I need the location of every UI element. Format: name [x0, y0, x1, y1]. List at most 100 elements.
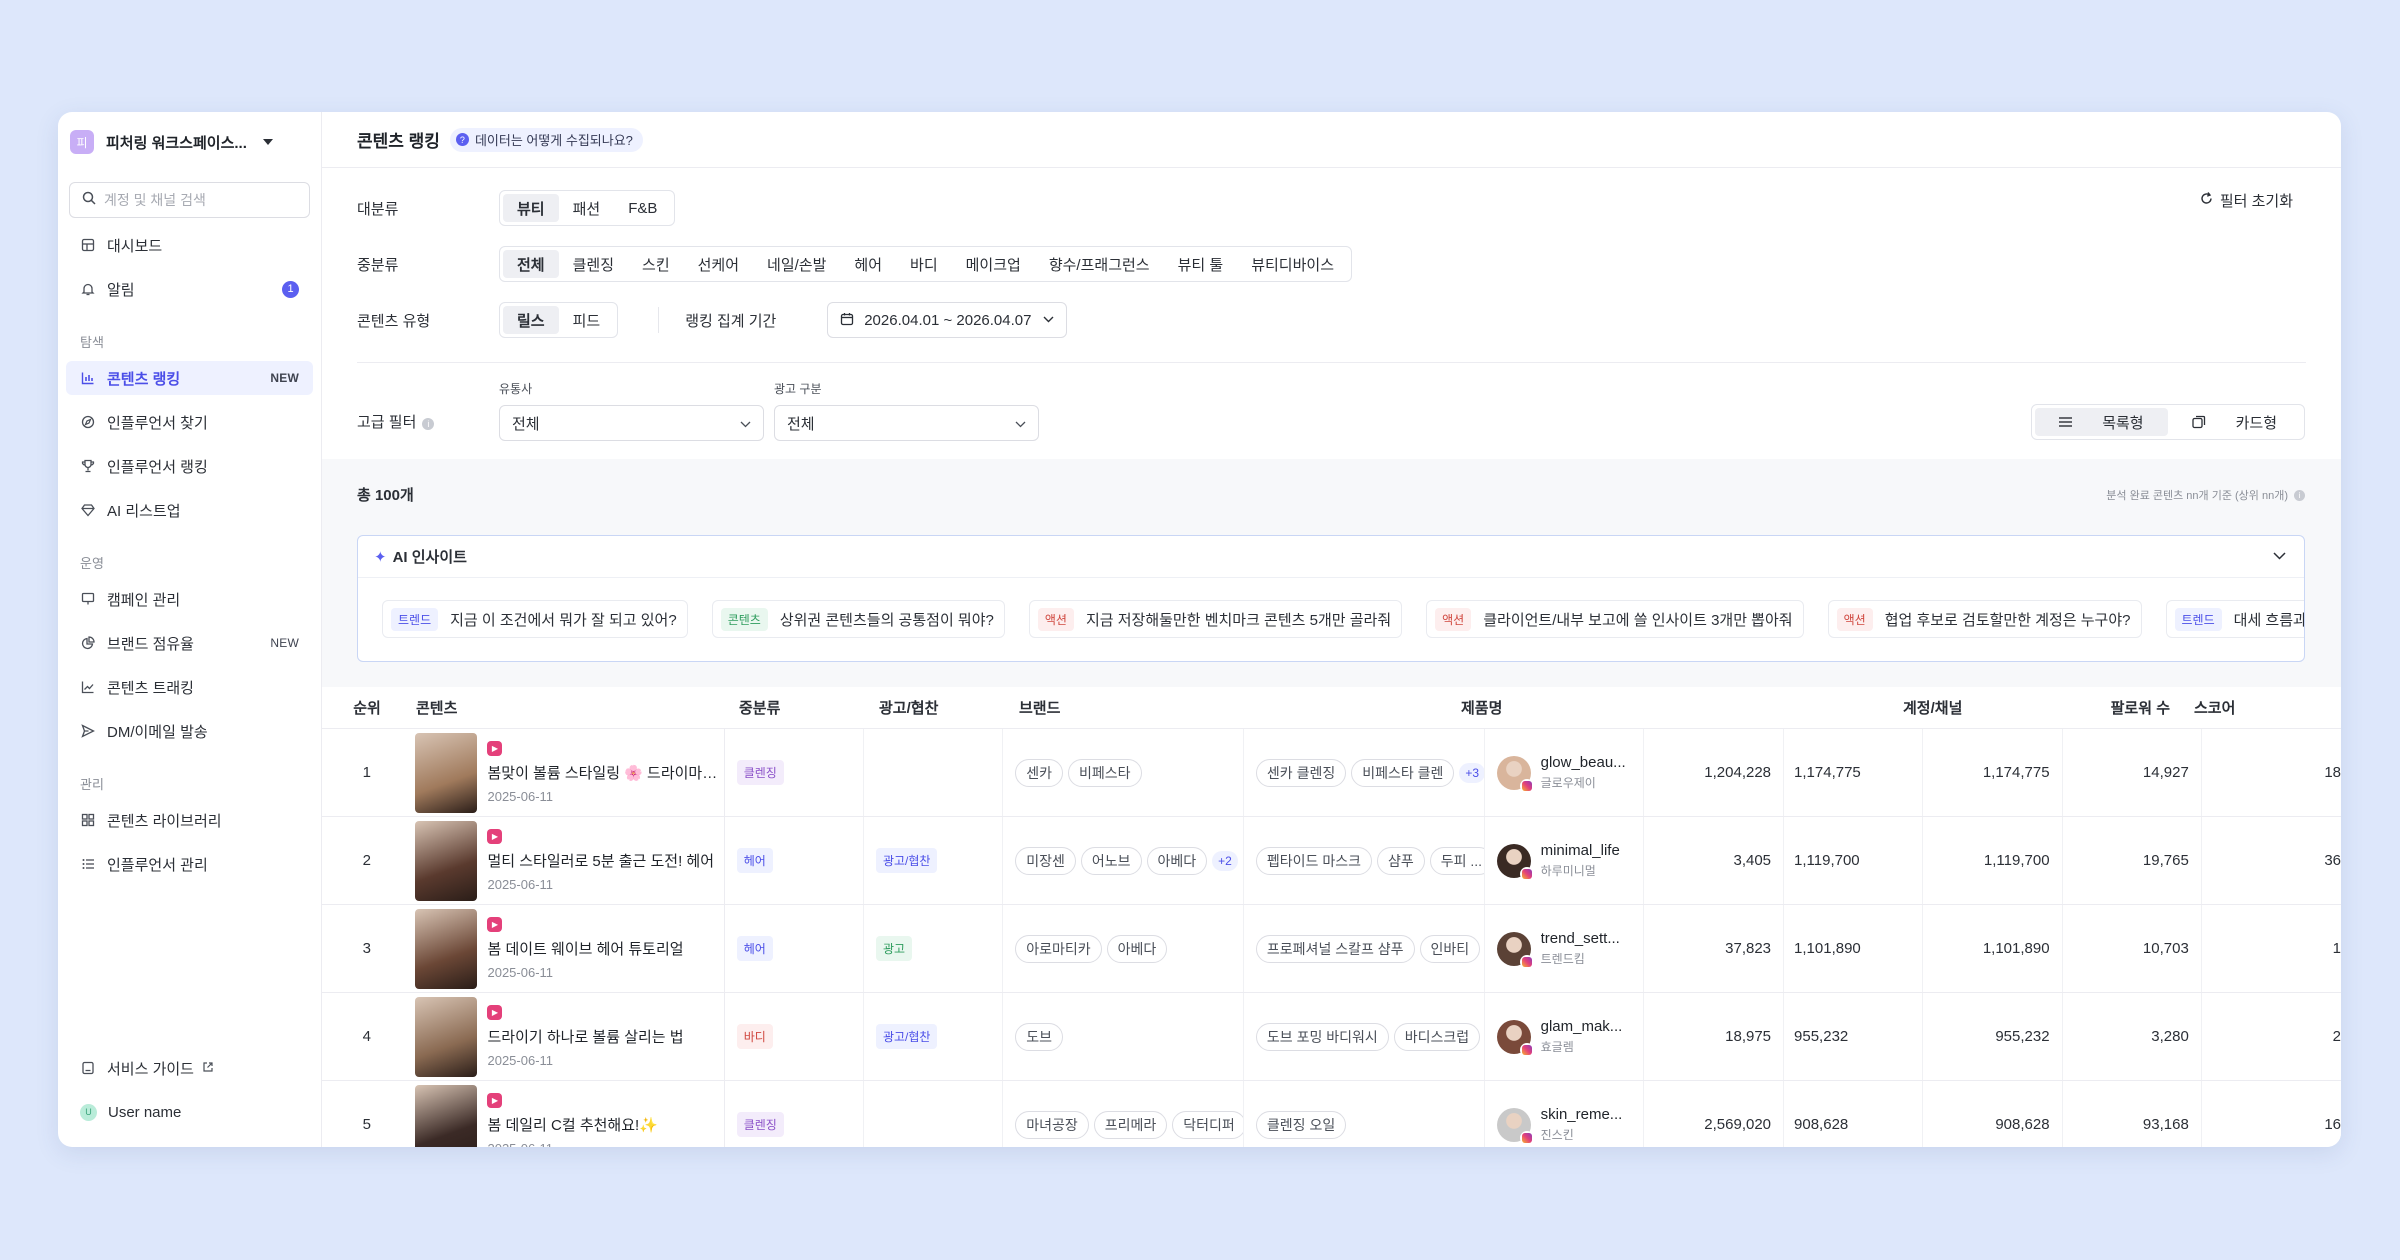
workspace-switcher[interactable]: 피 피처링 워크스페이스... [58, 116, 321, 168]
content-type-option[interactable]: 릴스 [503, 306, 559, 334]
sidebar-item-top-0[interactable]: 대시보드 [66, 228, 313, 262]
subcategory-option[interactable]: 뷰티디바이스 [1237, 250, 1348, 278]
column-header[interactable]: 계정/채널 [1891, 687, 2042, 728]
account-cell[interactable]: minimal_life 하루미니멀 [1485, 817, 1644, 904]
column-header[interactable]: 팔로워 수 [2042, 687, 2182, 728]
service-guide-link[interactable]: 서비스 가이드 [66, 1051, 313, 1085]
column-header[interactable]: 제품명 [1449, 687, 1891, 728]
account-cell[interactable]: trend_sett... 트렌드킴 [1485, 905, 1644, 992]
sidebar-item-ops-0[interactable]: 캠페인 관리 [66, 582, 313, 616]
sidebar-item-ops-1[interactable]: 브랜드 점유율 NEW [66, 626, 313, 660]
content-cell[interactable]: ▶ 봄 데이트 웨이브 헤어 튜토리얼 2025-06-11 [411, 905, 725, 992]
subcategory-option[interactable]: 네일/손발 [753, 250, 840, 278]
ad-type-select[interactable]: 전체 [774, 405, 1039, 441]
content-title[interactable]: 봄 데일리 C컬 추천해요!✨ [487, 1114, 657, 1135]
subcategory-option[interactable]: 메이크업 [952, 250, 1035, 278]
ai-insight-header[interactable]: ✦ AI 인사이트 [358, 536, 2304, 578]
column-header[interactable]: 브랜드 [1007, 687, 1449, 728]
sidebar-item-explore-3[interactable]: AI 리스트업 [66, 493, 313, 527]
content-title[interactable]: 드라이기 하나로 볼륨 살리는 법 [487, 1026, 683, 1047]
account-handle[interactable]: glam_mak... [1541, 1018, 1623, 1035]
insight-chip[interactable]: 액션 지금 저장해둘만한 벤치마크 콘텐츠 5개만 골라줘 [1028, 600, 1403, 638]
account-cell[interactable]: skin_reme... 진스킨 [1485, 1081, 1644, 1147]
sidebar-item-ops-3[interactable]: DM/이메일 발송 [66, 714, 313, 748]
product-more-badge[interactable]: +3 [1459, 762, 1484, 783]
content-thumbnail[interactable] [415, 732, 478, 813]
account: trend_sett... 트렌드킴 [1496, 930, 1620, 969]
sidebar-search[interactable] [69, 182, 310, 218]
instagram-icon [1519, 954, 1534, 969]
sidebar-item-explore-1[interactable]: 인플루언서 찾기 [66, 405, 313, 439]
reset-filters-button[interactable]: 필터 초기화 [2199, 190, 2293, 211]
content-cell[interactable]: ▶ 드라이기 하나로 볼륨 살리는 법 2025-06-11 [411, 993, 725, 1080]
sidebar-item-top-1[interactable]: 알림 1 [66, 272, 313, 306]
subcategory-option[interactable]: 스킨 [628, 250, 684, 278]
insight-chip[interactable]: 콘텐츠 상위권 콘텐츠들의 공통점이 뭐야? [711, 600, 1005, 638]
content-title[interactable]: 봄맞이 볼륨 스타일링 🌸 드라이마느... [487, 762, 719, 783]
category-option[interactable]: F&B [614, 194, 671, 222]
subcategory-option[interactable]: 전체 [503, 250, 559, 278]
account-handle[interactable]: trend_sett... [1541, 930, 1620, 947]
category-option[interactable]: 패션 [559, 194, 615, 222]
product-cell: 클렌징 오일 [1244, 1081, 1485, 1147]
rank-cell: 3 [362, 940, 371, 957]
content-cell[interactable]: ▶ 멀티 스타일러로 5분 출근 도전! 헤어 2025-06-11 [411, 817, 725, 904]
sidebar-item-manage-1[interactable]: 인플루언서 관리 [66, 847, 313, 881]
content-text: ▶ 봄맞이 볼륨 스타일링 🌸 드라이마느... 2025-06-11 [487, 741, 719, 804]
column-header[interactable]: 중분류 [727, 687, 867, 728]
column-header[interactable]: 순위 [322, 687, 412, 728]
insight-chip[interactable]: 트렌드 지금 이 조건에서 뭐가 잘 되고 있어? [382, 600, 688, 638]
ad-type-value: 전체 [787, 415, 815, 433]
metric-cell: 18 [2324, 764, 2341, 781]
content-title[interactable]: 봄 데이트 웨이브 헤어 튜토리얼 [487, 938, 683, 959]
table-row[interactable]: 3 ▶ 봄 데이트 웨이브 헤어 튜토리얼 2025-06-11 헤어 광고 아로마티카 아베… [322, 905, 2341, 993]
distributor-select[interactable]: 전체 [499, 405, 764, 441]
table-row[interactable]: 1 ▶ 봄맞이 볼륨 스타일링 🌸 드라이마느... 2025-06-11 클렌징 센카 비… [322, 729, 2341, 817]
insight-chip[interactable]: 트렌드 대세 흐름과 그와 구분되 [2165, 600, 2304, 638]
account-handle[interactable]: skin_reme... [1541, 1106, 1623, 1123]
account-handle[interactable]: minimal_life [1541, 842, 1620, 859]
table-row[interactable]: 5 ▶ 봄 데일리 C컬 추천해요!✨ 2025-06-11 클렌징 마녀공장프리메라닥터… [322, 1081, 2341, 1147]
brand-more-badge[interactable]: +2 [1212, 850, 1238, 871]
column-header[interactable]: 광고/협찬 [867, 687, 1007, 728]
sidebar-item-manage-0[interactable]: 콘텐츠 라이브러리 [66, 803, 313, 837]
chevron-down-icon[interactable] [2273, 548, 2286, 563]
subcategory-option[interactable]: 바디 [896, 250, 952, 278]
sidebar-item-explore-2[interactable]: 인플루언서 랭킹 [66, 449, 313, 483]
table-row[interactable]: 2 ▶ 멀티 스타일러로 5분 출근 도전! 헤어 2025-06-11 헤어 광고/협찬… [322, 817, 2341, 905]
content-cell[interactable]: ▶ 봄맞이 볼륨 스타일링 🌸 드라이마느... 2025-06-11 [411, 729, 725, 816]
subcategory-option[interactable]: 선케어 [684, 250, 753, 278]
card-view-button[interactable]: 카드형 [2168, 408, 2301, 436]
insight-tag: 액션 [1435, 607, 1472, 631]
account-cell[interactable]: glam_mak... 효글렘 [1485, 993, 1644, 1080]
content-thumbnail[interactable] [415, 908, 478, 989]
column-header[interactable]: 스코어 [2182, 687, 2322, 728]
account-avatar [1496, 931, 1534, 969]
column-header[interactable]: 콘텐츠 [412, 687, 727, 728]
period-picker[interactable]: 2026.04.01 ~ 2026.04.07 [827, 302, 1068, 338]
category-option[interactable]: 뷰티 [503, 194, 559, 222]
subcategory-option[interactable]: 헤어 [840, 250, 896, 278]
compass-icon [80, 414, 96, 430]
sidebar-item-explore-0[interactable]: 콘텐츠 랭킹 NEW [66, 361, 313, 395]
content-thumbnail[interactable] [415, 1084, 478, 1147]
sidebar-item-label: 콘텐츠 라이브러리 [107, 812, 222, 830]
list-view-button[interactable]: 목록형 [2035, 408, 2168, 436]
data-help-chip[interactable]: ? 데이터는 어떻게 수집되나요? [449, 127, 643, 152]
content-thumbnail[interactable] [415, 996, 478, 1077]
user-profile[interactable]: U User name [66, 1095, 313, 1129]
content-thumbnail[interactable] [415, 820, 478, 901]
account-cell[interactable]: glow_beau... 글로우제이 [1485, 729, 1644, 816]
subcategory-option[interactable]: 클렌징 [559, 250, 628, 278]
content-type-option[interactable]: 피드 [559, 306, 615, 334]
insight-chip[interactable]: 액션 협업 후보로 검토할만한 계정은 누구야? [1827, 600, 2142, 638]
sidebar-search-input[interactable] [104, 192, 284, 208]
subcategory-option[interactable]: 뷰티 툴 [1164, 250, 1238, 278]
subcategory-option[interactable]: 향수/프래그런스 [1035, 250, 1164, 278]
sidebar-item-ops-2[interactable]: 콘텐츠 트래킹 [66, 670, 313, 704]
account-handle[interactable]: glow_beau... [1541, 754, 1626, 771]
table-row[interactable]: 4 ▶ 드라이기 하나로 볼륨 살리는 법 2025-06-11 바디 광고/협찬 도브 도브… [322, 993, 2341, 1081]
content-cell[interactable]: ▶ 봄 데일리 C컬 추천해요!✨ 2025-06-11 [411, 1081, 725, 1147]
insight-chip[interactable]: 액션 클라이언트/내부 보고에 쓸 인사이트 3개만 뽑아줘 [1426, 600, 1804, 638]
content-title[interactable]: 멀티 스타일러로 5분 출근 도전! 헤어 [487, 850, 714, 871]
